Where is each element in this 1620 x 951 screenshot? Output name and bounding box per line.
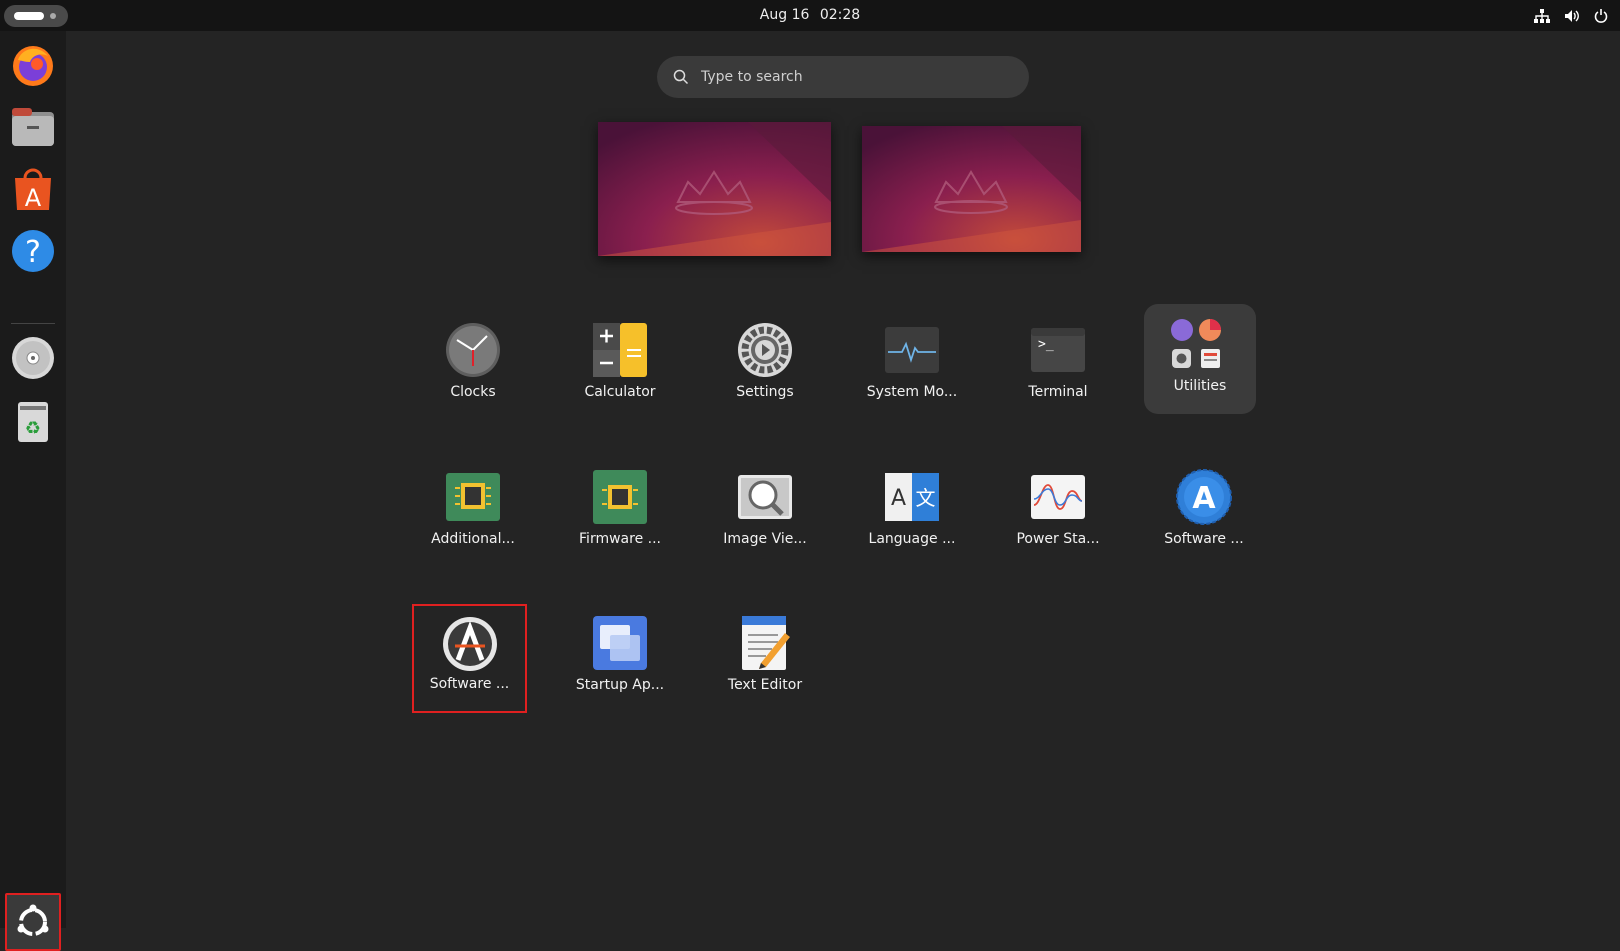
app-clocks[interactable]: Clocks <box>413 310 533 420</box>
wallpaper-crown-icon <box>598 122 831 256</box>
app-label: Startup Ap... <box>575 677 665 693</box>
power-statistics-icon <box>1031 475 1085 519</box>
wallpaper-crown-icon <box>862 126 1081 252</box>
calculator-icon <box>593 323 647 377</box>
text-editor-icon <box>742 616 790 670</box>
app-label: Terminal <box>1028 384 1088 400</box>
network-icon[interactable] <box>1534 8 1550 23</box>
app-software-updater[interactable]: A Software ... <box>1144 457 1264 567</box>
app-system-monitor[interactable]: System Mo... <box>852 310 972 420</box>
image-viewer-icon <box>738 475 792 519</box>
app-terminal[interactable]: >_ Terminal <box>998 310 1118 420</box>
app-additional-drivers[interactable]: Additional... <box>413 457 533 567</box>
svg-text:A: A <box>891 486 906 511</box>
app-firmware-updater[interactable]: Firmware ... <box>560 457 680 567</box>
app-label: System Mo... <box>866 384 958 400</box>
system-tray[interactable] <box>1534 0 1608 31</box>
date-time[interactable]: Aug 16 02:28 <box>0 0 1620 31</box>
date: Aug 16 <box>759 7 810 23</box>
clock-icon <box>446 323 500 377</box>
workspace-thumbnail-1[interactable] <box>598 122 831 256</box>
ubuntu-logo-icon <box>17 904 49 936</box>
svg-text:A: A <box>1192 481 1216 516</box>
app-label: Settings <box>736 384 794 400</box>
svg-text:♻: ♻ <box>25 418 41 439</box>
firefox-icon[interactable] <box>9 41 57 89</box>
app-label: Clocks <box>450 384 496 400</box>
search-input[interactable] <box>699 68 1003 86</box>
help-icon[interactable]: ? <box>9 227 57 275</box>
utilities-folder-icon <box>1171 319 1221 368</box>
app-label: Power Sta... <box>1016 531 1100 547</box>
search-bar[interactable] <box>657 56 1029 98</box>
svg-text:?: ? <box>25 235 41 270</box>
app-label: Language ... <box>868 531 956 547</box>
app-power-statistics[interactable]: Power Sta... <box>998 457 1118 567</box>
volume-icon[interactable] <box>1564 9 1580 23</box>
startup-apps-icon <box>593 616 647 670</box>
dock-separator <box>11 323 55 324</box>
language-icon: A文 <box>885 473 939 521</box>
search-icon <box>673 69 689 85</box>
firmware-chip-icon <box>593 470 647 524</box>
chip-icon <box>446 473 500 521</box>
svg-text:文: 文 <box>916 486 936 510</box>
app-startup-applications[interactable]: Startup Ap... <box>560 603 680 713</box>
app-image-viewer[interactable]: Image Vie... <box>705 457 825 567</box>
app-settings[interactable]: Settings <box>705 310 825 420</box>
top-bar: Aug 16 02:28 <box>0 0 1620 31</box>
files-icon[interactable] <box>9 103 57 151</box>
app-label: Image Vie... <box>723 531 807 547</box>
terminal-icon: >_ <box>1031 328 1085 372</box>
show-apps-button[interactable] <box>5 893 61 951</box>
gear-icon <box>738 323 792 377</box>
app-language-support[interactable]: A文 Language ... <box>852 457 972 567</box>
svg-text:A: A <box>25 184 42 212</box>
app-label: Software ... <box>429 676 510 692</box>
app-text-editor[interactable]: Text Editor <box>705 603 825 713</box>
app-label: Firmware ... <box>579 531 661 547</box>
dock: A ? ♻ <box>0 31 66 951</box>
disc-icon[interactable] <box>9 334 57 382</box>
app-folder-utilities[interactable]: Utilities <box>1144 304 1256 414</box>
app-software-properties[interactable]: Software ... <box>412 604 527 713</box>
app-label: Calculator <box>584 384 656 400</box>
app-calculator[interactable]: Calculator <box>560 310 680 420</box>
app-label: Text Editor <box>727 677 803 693</box>
system-monitor-icon <box>885 327 939 373</box>
time: 02:28 <box>819 7 861 23</box>
app-label: Software ... <box>1164 531 1244 547</box>
svg-text:>_: >_ <box>1038 337 1054 352</box>
app-label: Additional... <box>431 531 515 547</box>
app-label: Utilities <box>1173 378 1227 394</box>
workspace-thumbnail-2[interactable] <box>862 126 1081 252</box>
software-properties-icon <box>443 617 497 671</box>
software-updater-icon: A <box>1176 469 1232 525</box>
app-center-icon[interactable]: A <box>9 165 57 213</box>
trash-icon[interactable]: ♻ <box>9 397 57 445</box>
power-icon[interactable] <box>1594 8 1608 23</box>
